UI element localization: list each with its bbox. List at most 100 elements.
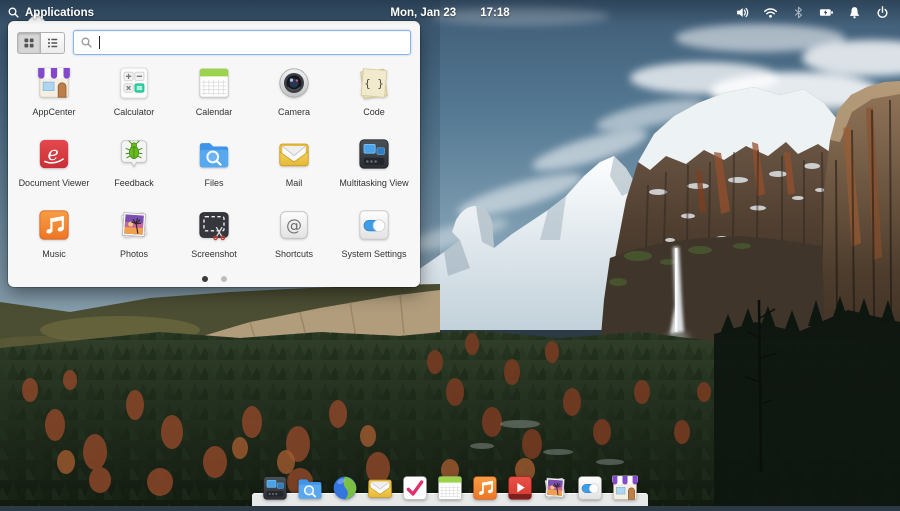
app-feedback[interactable]: Feedback bbox=[94, 131, 174, 202]
appcenter-icon bbox=[609, 472, 641, 504]
dock-item-tasks[interactable] bbox=[399, 472, 431, 504]
app-icon-code bbox=[354, 63, 394, 103]
dock-item-videos[interactable] bbox=[504, 472, 536, 504]
dock-item-web-browser[interactable] bbox=[329, 472, 361, 504]
app-calculator[interactable]: Calculator bbox=[94, 60, 174, 131]
mail-icon bbox=[364, 472, 396, 504]
app-calendar[interactable]: Calendar bbox=[174, 60, 254, 131]
search-input[interactable] bbox=[100, 34, 404, 51]
app-label: Calculator bbox=[113, 107, 155, 117]
app-code[interactable]: Code bbox=[334, 60, 414, 131]
calendar-icon bbox=[434, 472, 466, 504]
applications-menu-label: Applications bbox=[25, 6, 95, 19]
app-label: Music bbox=[42, 249, 66, 259]
top-panel: Applications Mon, Jan 23 17:18 bbox=[0, 0, 900, 25]
wifi-icon bbox=[763, 5, 778, 20]
app-grid: AppCenter Calculator Calendar Camera Cod… bbox=[8, 58, 420, 273]
dock bbox=[252, 472, 648, 506]
search-icon bbox=[80, 36, 93, 49]
app-camera[interactable]: Camera bbox=[254, 60, 334, 131]
app-icon-camera bbox=[274, 63, 314, 103]
app-files[interactable]: Files bbox=[174, 131, 254, 202]
app-label: Multitasking View bbox=[339, 178, 409, 188]
app-search-field[interactable] bbox=[73, 30, 411, 55]
dock-item-system-settings[interactable] bbox=[574, 472, 606, 504]
app-label: Screenshot bbox=[191, 249, 237, 259]
indicator-notifications[interactable] bbox=[847, 5, 862, 20]
app-icon-shortcuts bbox=[274, 205, 314, 245]
tasks-icon bbox=[399, 472, 431, 504]
dock-item-files[interactable] bbox=[294, 472, 326, 504]
page-dot-2[interactable] bbox=[220, 276, 227, 282]
app-label: Camera bbox=[277, 107, 310, 117]
page-dot-1[interactable] bbox=[201, 276, 208, 282]
dock-item-appcenter[interactable] bbox=[609, 472, 641, 504]
search-icon bbox=[7, 6, 20, 19]
photos-icon bbox=[539, 472, 571, 504]
app-mail[interactable]: Mail bbox=[254, 131, 334, 202]
music-icon bbox=[469, 472, 501, 504]
app-launcher-popover: AppCenter Calculator Calendar Camera Cod… bbox=[8, 21, 420, 287]
app-photos[interactable]: Photos bbox=[94, 202, 174, 273]
multitasking-view-icon bbox=[259, 472, 291, 504]
page-indicator bbox=[8, 276, 420, 282]
app-label: System Settings bbox=[341, 249, 407, 259]
app-icon-screenshot bbox=[194, 205, 234, 245]
web-browser-icon bbox=[329, 472, 361, 504]
app-icon-feedback bbox=[114, 134, 154, 174]
app-shortcuts[interactable]: Shortcuts bbox=[254, 202, 334, 273]
app-label: Mail bbox=[285, 178, 303, 188]
list-view-icon bbox=[46, 36, 60, 50]
app-icon-files bbox=[194, 134, 234, 174]
grid-view-button[interactable] bbox=[17, 31, 41, 54]
app-icon-music bbox=[34, 205, 74, 245]
bell-icon bbox=[847, 5, 862, 20]
app-screenshot[interactable]: Screenshot bbox=[174, 202, 254, 273]
app-icon-mail bbox=[274, 134, 314, 174]
applications-menu[interactable]: Applications bbox=[0, 6, 94, 19]
app-music[interactable]: Music bbox=[14, 202, 94, 273]
dock-item-photos[interactable] bbox=[539, 472, 571, 504]
indicator-battery[interactable] bbox=[819, 5, 834, 20]
system-settings-icon bbox=[574, 472, 606, 504]
app-label: Calendar bbox=[195, 107, 233, 117]
app-icon-multitasking-view bbox=[354, 134, 394, 174]
list-view-button[interactable] bbox=[41, 31, 65, 54]
indicator-power[interactable] bbox=[875, 5, 890, 20]
volume-icon bbox=[735, 5, 750, 20]
app-icon-appcenter bbox=[34, 63, 74, 103]
videos-icon bbox=[504, 472, 536, 504]
app-label: AppCenter bbox=[32, 107, 76, 117]
app-system-settings[interactable]: System Settings bbox=[334, 202, 414, 273]
app-label: Shortcuts bbox=[274, 249, 314, 259]
dock-item-mail[interactable] bbox=[364, 472, 396, 504]
indicator-bluetooth[interactable] bbox=[791, 5, 806, 20]
launcher-header bbox=[8, 21, 420, 58]
dock-item-calendar[interactable] bbox=[434, 472, 466, 504]
app-appcenter[interactable]: AppCenter bbox=[14, 60, 94, 131]
app-document-viewer[interactable]: Document Viewer bbox=[14, 131, 94, 202]
datetime-indicator[interactable]: Mon, Jan 23 17:18 bbox=[390, 7, 509, 19]
dock-item-music[interactable] bbox=[469, 472, 501, 504]
app-icon-photos bbox=[114, 205, 154, 245]
bluetooth-icon bbox=[791, 5, 806, 20]
app-label: Photos bbox=[119, 249, 149, 259]
indicator-wifi[interactable] bbox=[763, 5, 778, 20]
app-icon-calendar bbox=[194, 63, 234, 103]
files-icon bbox=[294, 472, 326, 504]
app-icon-document-viewer bbox=[34, 134, 74, 174]
indicator-volume[interactable] bbox=[735, 5, 750, 20]
panel-indicators bbox=[735, 5, 900, 20]
view-toggle bbox=[17, 31, 65, 54]
dock-item-multitasking-view[interactable] bbox=[259, 472, 291, 504]
battery-charging-icon bbox=[819, 5, 834, 20]
app-multitasking-view[interactable]: Multitasking View bbox=[334, 131, 414, 202]
power-icon bbox=[875, 5, 890, 20]
panel-date: Mon, Jan 23 bbox=[390, 6, 457, 19]
panel-time: 17:18 bbox=[480, 6, 510, 19]
app-label: Document Viewer bbox=[18, 178, 90, 188]
app-label: Files bbox=[204, 178, 224, 188]
dock-items bbox=[252, 472, 648, 506]
app-icon-calculator bbox=[114, 63, 154, 103]
app-label: Code bbox=[363, 107, 385, 117]
